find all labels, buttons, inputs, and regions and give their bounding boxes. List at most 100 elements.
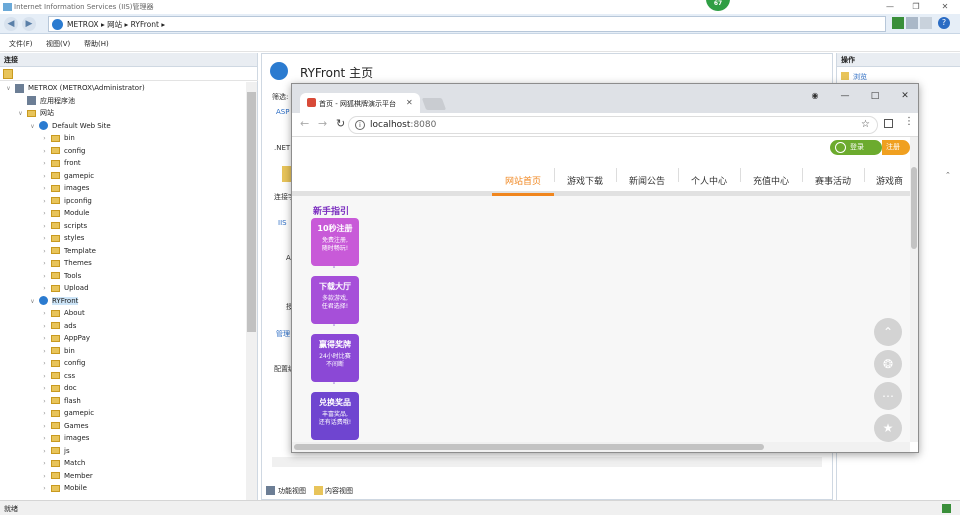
nav-recharge[interactable]: 充值中心 — [740, 166, 802, 196]
tree-item[interactable]: › ipconfig — [40, 195, 92, 208]
menu-help[interactable]: 帮助(H) — [84, 39, 109, 49]
chat-icon[interactable]: ⋯ — [874, 382, 902, 410]
tree-item[interactable]: ∨ Default Web Site — [28, 120, 111, 133]
tree-item[interactable]: › Template — [40, 245, 96, 258]
minimize-button[interactable]: — — [877, 0, 903, 14]
bookmark-star-icon[interactable]: ☆ — [861, 119, 870, 130]
browser-tab[interactable]: 首页 - 网狐棋牌演示平台 ✕ — [300, 93, 420, 113]
extension-icon[interactable] — [884, 119, 893, 128]
browser-maximize-button[interactable]: □ — [862, 88, 888, 104]
tree-item[interactable]: › doc — [40, 382, 76, 395]
guide-card-medal[interactable]: 赢得奖牌 24小时比赛 不间断 — [311, 334, 359, 382]
nav-home[interactable]: 网站首页 — [492, 166, 554, 196]
tree-item[interactable]: › bin — [40, 345, 75, 358]
chevron-down-icon[interactable]: ∨ — [16, 108, 25, 121]
browser-forward-icon[interactable]: → — [318, 117, 327, 130]
chevron-right-icon[interactable]: › — [40, 483, 49, 496]
breadcrumb[interactable]: METROX ▸ 网站 ▸ RYFront ▸ — [48, 16, 886, 32]
reload-icon[interactable]: ↻ — [336, 117, 345, 130]
profile-icon[interactable]: ◉ — [802, 88, 828, 104]
help-icon[interactable]: ? — [938, 17, 950, 29]
tree-item[interactable]: › Games — [40, 420, 88, 433]
forward-button[interactable]: ▶ — [22, 17, 36, 31]
browser-back-icon[interactable]: ← — [300, 117, 309, 130]
tab-content-view[interactable]: 内容视图 — [325, 486, 353, 496]
browse-link[interactable]: 浏览 — [853, 72, 867, 82]
tree-item[interactable]: › Tools — [40, 270, 81, 283]
tree-item-label: css — [64, 371, 76, 380]
tab-features-view[interactable]: 功能视图 — [278, 486, 306, 496]
menu-file[interactable]: 文件(F) — [9, 39, 33, 49]
tree-item[interactable]: › Module — [40, 207, 89, 220]
info-icon[interactable]: i — [355, 120, 365, 130]
register-button[interactable]: 注册 — [882, 140, 910, 155]
new-tab-button[interactable] — [421, 98, 447, 110]
tree-item[interactable]: › bin — [40, 132, 75, 145]
tree-item[interactable]: › Themes — [40, 257, 92, 270]
guide-card-register[interactable]: 10秒注册 免费注册, 随时畅玩! — [311, 218, 359, 266]
breadcrumb-item[interactable]: RYFront — [131, 20, 159, 29]
browser-close-button[interactable]: ✕ — [892, 88, 918, 104]
browser-vscrollbar[interactable] — [910, 137, 918, 442]
tree-item[interactable]: › front — [40, 157, 80, 170]
stop-icon[interactable] — [906, 17, 918, 29]
tree-item[interactable]: 应用程序池 — [16, 95, 75, 108]
tree-item[interactable]: › images — [40, 432, 89, 445]
tree-item[interactable]: › js — [40, 445, 69, 458]
tree-item[interactable]: › css — [40, 370, 75, 383]
browser-minimize-button[interactable]: — — [832, 88, 858, 104]
guide-card-prize[interactable]: 兑换奖品 丰富奖品, 还有话费哦! — [311, 392, 359, 440]
tree-item[interactable]: › gamepic — [40, 407, 94, 420]
nav-shop[interactable]: 游戏商 — [864, 166, 910, 196]
nav-account[interactable]: 个人中心 — [678, 166, 740, 196]
chevron-down-icon[interactable]: ∨ — [28, 296, 37, 309]
nav-download[interactable]: 游戏下载 — [554, 166, 616, 196]
tree-item[interactable]: › config — [40, 357, 85, 370]
favorite-star-icon[interactable]: ★ — [874, 414, 902, 442]
breadcrumb-item[interactable]: 网站 — [107, 20, 122, 29]
collapse-icon[interactable]: ⌃ — [945, 171, 951, 179]
maximize-button[interactable]: ❐ — [903, 0, 929, 14]
tree-item[interactable]: › Upload — [40, 282, 88, 295]
tree-item[interactable]: › config — [40, 145, 85, 158]
back-button[interactable]: ◀ — [4, 17, 18, 31]
feature-dotnet[interactable]: .NET — [274, 144, 290, 152]
guide-card-download[interactable]: 下载大厅 多款游戏, 任君选择! — [311, 276, 359, 324]
menu-view[interactable]: 视图(V) — [46, 39, 70, 49]
tree-item[interactable]: › images — [40, 182, 89, 195]
login-button[interactable]: 登录 — [830, 140, 882, 155]
browser-menu-icon[interactable]: ⋮ — [904, 116, 914, 127]
tree-scrollbar[interactable] — [246, 82, 257, 500]
tree-item[interactable]: › Member — [40, 470, 93, 483]
breadcrumb-item[interactable]: METROX — [67, 20, 99, 29]
tree-item[interactable]: ∨ RYFront — [28, 295, 79, 309]
share-icon[interactable]: ❂ — [874, 350, 902, 378]
browser-hscrollbar[interactable] — [292, 442, 910, 452]
tree-item[interactable]: ∨ METROX (METROX\Administrator) — [4, 82, 145, 95]
chevron-down-icon[interactable]: ∨ — [28, 121, 37, 134]
tree-item[interactable]: › About — [40, 307, 84, 320]
nav-news[interactable]: 新闻公告 — [616, 166, 678, 196]
chevron-down-icon[interactable]: ∨ — [4, 83, 13, 96]
tree-item[interactable]: › flash — [40, 395, 81, 408]
nav-events[interactable]: 赛事活动 — [802, 166, 864, 196]
tree-item[interactable]: › ads — [40, 320, 76, 333]
tree-item[interactable]: › scripts — [40, 220, 87, 233]
center-hscrollbar[interactable] — [272, 457, 822, 467]
close-button[interactable]: ✕ — [932, 0, 958, 14]
actions-title: 操作 — [837, 53, 960, 67]
refresh-icon[interactable] — [892, 17, 904, 29]
url-bar[interactable]: i localhost:8080 ☆ — [348, 116, 878, 134]
folder-icon — [51, 322, 60, 329]
tree-item[interactable]: ∨ 网站 — [16, 107, 54, 120]
connect-icon[interactable] — [3, 69, 13, 79]
tree-item[interactable]: › styles — [40, 232, 84, 245]
folder-icon — [51, 434, 60, 442]
tab-close-icon[interactable]: ✕ — [406, 98, 413, 107]
tree-item[interactable]: › AppPay — [40, 332, 90, 345]
scroll-top-icon[interactable]: ⌃ — [874, 318, 902, 346]
tree-item[interactable]: › Mobile — [40, 482, 87, 495]
tree-item[interactable]: › gamepic — [40, 170, 94, 183]
home-icon[interactable] — [920, 17, 932, 29]
tree-item[interactable]: › Match — [40, 457, 85, 470]
